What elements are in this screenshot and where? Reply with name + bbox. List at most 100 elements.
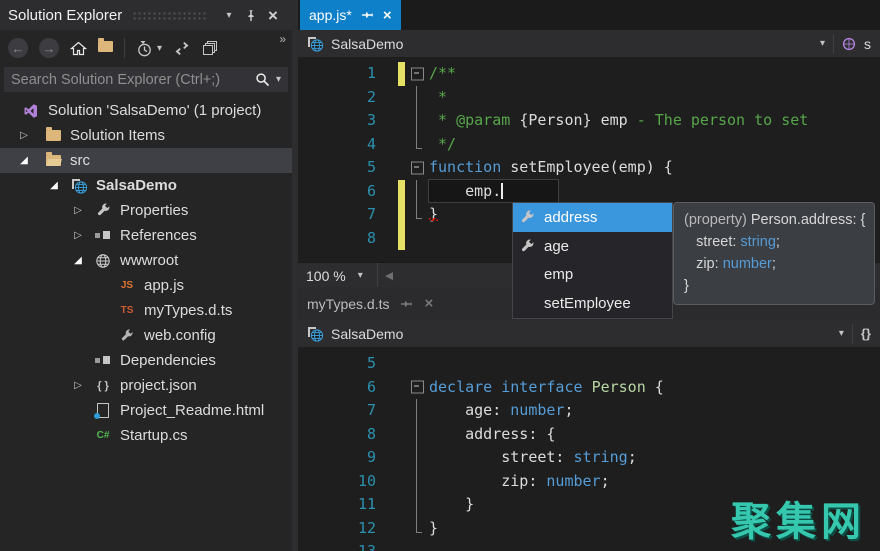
completion-label: setEmployee (544, 295, 631, 312)
tree-item-label: app.js (144, 277, 184, 294)
search-icon[interactable] (255, 72, 270, 87)
tree-item-project-json[interactable]: ▷{ }project.json (0, 373, 292, 398)
chevron-down-icon[interactable]: ▾ (276, 74, 281, 85)
tree-item-properties[interactable]: ▷Properties (0, 198, 292, 223)
code-line[interactable]: 5 (298, 352, 880, 376)
code-line[interactable]: 7 age: number; (298, 399, 880, 423)
tree-expander-icon[interactable]: ▷ (70, 205, 86, 216)
code-token: number (546, 472, 600, 490)
tree-item-label: References (120, 227, 197, 244)
code-text[interactable]: } (429, 203, 438, 227)
code-text[interactable]: address: { (429, 423, 555, 447)
code-line[interactable]: 6 emp. (298, 180, 880, 204)
breadcrumb-project[interactable]: SalsaDemo (331, 36, 403, 52)
tree-item-solution-items[interactable]: ▷Solution Items (0, 123, 292, 148)
change-bar-slot (398, 352, 405, 376)
chevron-down-icon[interactable]: ▾ (839, 328, 844, 339)
window-position-button[interactable]: ▾ (218, 5, 240, 25)
new-folder-button[interactable] (98, 39, 113, 57)
tab-mytypes[interactable]: myTypes.d.ts (307, 296, 389, 312)
tree-item-references[interactable]: ▷ References (0, 223, 292, 248)
fold-margin (409, 352, 426, 376)
line-number: 4 (298, 133, 376, 157)
tree-expander-icon[interactable]: ◢ (46, 180, 62, 191)
completion-item-emp[interactable]: emp (513, 261, 672, 290)
tree-expander-icon[interactable]: ▷ (70, 230, 86, 241)
completion-item-setemployee[interactable]: setEmployee (513, 289, 672, 318)
code-text[interactable]: * @param {Person} emp - The person to se… (429, 109, 808, 133)
completion-item-age[interactable]: age (513, 232, 672, 261)
line-number: 3 (298, 109, 376, 133)
completion-icon-slot (518, 210, 536, 225)
code-line[interactable]: 1/** (298, 62, 880, 86)
back-button[interactable]: ← (8, 38, 28, 58)
tree-expander-icon[interactable]: ▷ (16, 130, 32, 141)
code-line[interactable]: 4 */ (298, 133, 880, 157)
close-button[interactable]: × (262, 5, 284, 25)
breadcrumb-project[interactable]: SalsaDemo (331, 326, 403, 342)
tree-item-dependencies[interactable]: Dependencies (0, 348, 292, 373)
tree-expander-icon[interactable]: ◢ (16, 155, 32, 166)
code-text[interactable]: declare interface Person { (429, 376, 664, 400)
tree-item-label: project.json (120, 377, 197, 394)
close-icon[interactable]: × (383, 8, 392, 23)
tree-item-project-readme-html[interactable]: Project_Readme.html (0, 398, 292, 423)
code-token: /** (429, 64, 456, 82)
home-button[interactable] (70, 41, 87, 56)
forward-button[interactable]: → (39, 38, 59, 58)
history-filter-button[interactable]: ▾ (136, 40, 162, 57)
drag-grip[interactable] (132, 11, 208, 20)
code-line[interactable]: 5function setEmployee(emp) { (298, 156, 880, 180)
tree-item-salsademo[interactable]: ◢SalsaDemo (0, 173, 292, 198)
tab-appjs[interactable]: app.js* × (300, 0, 401, 30)
search-input[interactable]: Search Solution Explorer (Ctrl+;) (11, 72, 255, 88)
tree-item-solution-salsademo-1-project[interactable]: Solution 'SalsaDemo' (1 project) (0, 98, 292, 123)
code-text[interactable]: age: number; (429, 399, 574, 423)
pin-button[interactable] (240, 5, 262, 25)
chevron-down-icon[interactable]: ▾ (820, 38, 825, 49)
fold-collapse-button[interactable] (409, 376, 426, 400)
completion-item-address[interactable]: address (513, 203, 672, 232)
tree-item-mytypes-d-ts[interactable]: TSmyTypes.d.ts (0, 298, 292, 323)
references-icon (95, 231, 111, 240)
fold-collapse-button[interactable] (409, 62, 426, 86)
tree-item-icon-slot (94, 403, 112, 419)
code-text[interactable]: */ (429, 133, 456, 157)
modified-change-bar (398, 227, 405, 251)
pin-icon[interactable] (400, 298, 413, 310)
tree-item-app-js[interactable]: JSapp.js (0, 273, 292, 298)
pin-icon[interactable] (361, 9, 374, 21)
code-line[interactable]: 2 * (298, 86, 880, 110)
code-line[interactable]: 9 street: string; (298, 446, 880, 470)
code-text[interactable]: * (429, 86, 447, 110)
code-line[interactable]: 6declare interface Person { (298, 376, 880, 400)
tree-item-web-config[interactable]: web.config (0, 323, 292, 348)
code-text[interactable]: } (429, 517, 438, 541)
scroll-left-arrow[interactable]: ◀ (385, 269, 393, 282)
code-line[interactable]: 8 address: { (298, 423, 880, 447)
code-text[interactable]: } (429, 493, 474, 517)
code-text[interactable]: street: string; (429, 446, 637, 470)
code-text[interactable]: function setEmployee(emp) { (429, 156, 673, 180)
fold-collapse-button[interactable] (409, 156, 426, 180)
code-text[interactable]: /** (429, 62, 456, 86)
code-token: number (510, 401, 564, 419)
sync-with-active-document-button[interactable] (173, 41, 191, 56)
tree-item-src[interactable]: ◢src (0, 148, 292, 173)
code-line[interactable]: 3 * @param {Person} emp - The person to … (298, 109, 880, 133)
solution-explorer-titlebar[interactable]: Solution Explorer ▾ × (0, 0, 292, 30)
tooltip-line: street: string; (684, 231, 864, 253)
zoom-control[interactable]: 100 % ▾ (298, 263, 378, 288)
tree-expander-icon[interactable]: ▷ (70, 380, 86, 391)
breadcrumb-member-partial[interactable]: s (864, 36, 871, 52)
search-box[interactable]: Search Solution Explorer (Ctrl+;) ▾ (4, 67, 288, 92)
tree-item-startup-cs[interactable]: C#Startup.cs (0, 423, 292, 448)
change-bar-slot (398, 109, 405, 133)
close-icon[interactable]: × (424, 296, 433, 311)
tree-expander-icon[interactable]: ◢ (70, 255, 86, 266)
tree-item-wwwroot[interactable]: ◢wwwroot (0, 248, 292, 273)
code-text[interactable]: zip: number; (429, 470, 610, 494)
collapse-all-button[interactable] (202, 40, 218, 56)
toolbar-overflow-button[interactable]: » (279, 32, 284, 46)
code-text[interactable]: emp. (429, 180, 558, 204)
